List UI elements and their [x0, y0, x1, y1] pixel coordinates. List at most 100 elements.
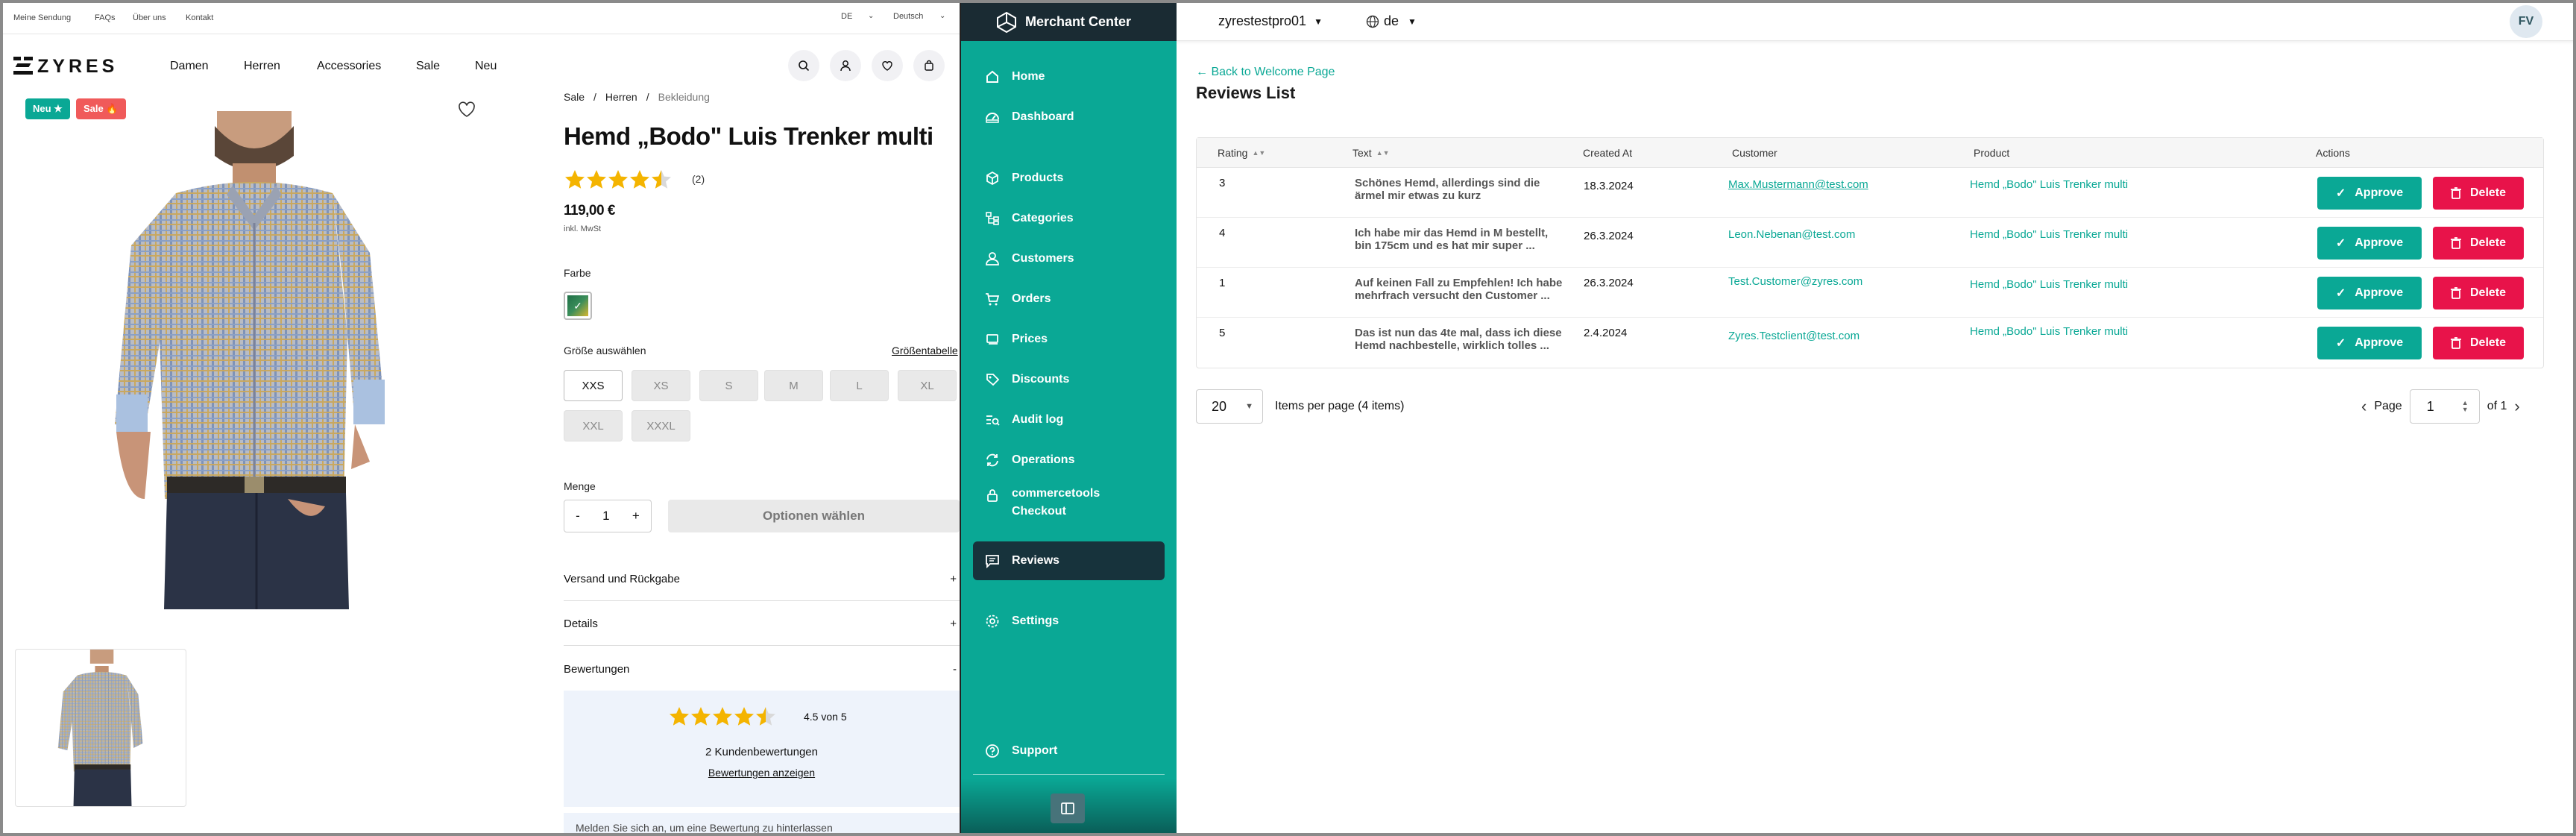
sidebar-item-checkout[interactable]: commercetools Checkout [973, 485, 1165, 528]
size-option-xxxl[interactable]: XXXL [632, 410, 690, 441]
page-number-input[interactable]: 1 ▲ ▼ [2409, 389, 2480, 424]
table-row[interactable]: 4 Ich habe mir das Hemd in M bestellt, bi… [1197, 218, 2543, 268]
breadcrumb-sale[interactable]: Sale [564, 91, 585, 103]
sidebar-item-categories[interactable]: Categories [973, 201, 1165, 236]
wishlist-button[interactable] [872, 50, 903, 81]
user-avatar[interactable]: FV [2510, 5, 2542, 38]
sidebar-item-reviews[interactable]: Reviews [973, 541, 1165, 580]
product-rating-stars[interactable] [564, 169, 676, 191]
previous-page-button[interactable]: ‹ [2361, 397, 2366, 416]
cart-button[interactable] [913, 50, 945, 81]
sidebar-item-operations[interactable]: Operations [973, 443, 1165, 477]
accordion-reviews[interactable]: Bewertungen - [564, 647, 960, 691]
nav-accessories[interactable]: Accessories [317, 60, 381, 73]
cell-customer-link[interactable]: Max.Mustermann@test.com [1728, 178, 1868, 191]
table-row[interactable]: 5 Das ist nun das 4te mal, dass ich dies… [1197, 318, 2543, 368]
size-chart-link[interactable]: Größentabelle [892, 345, 958, 356]
quantity-value[interactable]: 1 [602, 509, 609, 524]
topbar-link-about[interactable]: Über uns [133, 13, 166, 22]
sidebar-item-settings[interactable]: Settings [973, 604, 1165, 638]
country-select[interactable]: DE [841, 12, 852, 21]
sidebar-item-prices[interactable]: Prices [973, 322, 1165, 356]
accordion-shipping[interactable]: Versand und Rückgabe + [564, 558, 960, 601]
column-rating[interactable]: Rating ▲▼ [1218, 147, 1265, 159]
rating-count[interactable]: (2) [692, 173, 705, 185]
size-option-m[interactable]: M [764, 370, 823, 401]
column-text[interactable]: Text ▲▼ [1352, 147, 1390, 159]
table-row[interactable]: 1 Auf keinen Fall zu Empfehlen! Ich habe… [1197, 268, 2543, 318]
show-reviews-link[interactable]: Bewertungen anzeigen [564, 767, 960, 779]
size-option-l[interactable]: L [830, 370, 889, 401]
login-to-review-note[interactable]: Melden Sie sich an, um eine Bewertung zu… [564, 813, 960, 833]
sidebar-item-products[interactable]: Products [973, 161, 1165, 195]
shop-logo[interactable]: ZYRES [13, 54, 118, 79]
breadcrumb-herren[interactable]: Herren [605, 91, 637, 103]
cell-created-at: 18.3.2024 [1584, 180, 1634, 192]
delete-button[interactable]: Delete [2433, 327, 2524, 359]
cell-rating: 1 [1219, 277, 1226, 289]
delete-button[interactable]: Delete [2433, 277, 2524, 309]
approve-button[interactable]: ✓ Approve [2317, 327, 2422, 359]
topbar-link-tracking[interactable]: Meine Sendung [13, 13, 71, 22]
sidebar-item-customers[interactable]: Customers [973, 242, 1165, 276]
sidebar-item-audit-log[interactable]: Audit log [973, 403, 1165, 437]
quantity-increase-button[interactable]: + [632, 509, 640, 524]
cell-created-at: 2.4.2024 [1584, 327, 1628, 339]
cell-customer-link[interactable]: Leon.Nebenan@test.com [1728, 228, 1855, 241]
size-option-xxs[interactable]: XXS [564, 370, 623, 401]
cell-product-link[interactable]: Hemd „Bodo" Luis Trenker multi [1970, 178, 2128, 191]
cell-product-link[interactable]: Hemd „Bodo" Luis Trenker multi [1970, 228, 2128, 241]
audit-icon [986, 415, 1000, 426]
choose-options-button[interactable]: Optionen wählen [668, 500, 960, 532]
collapse-sidebar-button[interactable] [1051, 793, 1085, 823]
next-page-button[interactable]: › [2514, 397, 2519, 416]
back-to-welcome-link[interactable]: ← Back to Welcome Page [1196, 66, 1335, 79]
column-label: Text [1352, 147, 1372, 159]
approve-button[interactable]: ✓ Approve [2317, 177, 2422, 210]
cell-text: Ich habe mir das Hemd in M bestellt, bin … [1355, 227, 1578, 252]
cell-product-link[interactable]: Hemd „Bodo" Luis Trenker multi [1970, 278, 2128, 291]
text-line: ärmel mir etwas zu kurz [1355, 189, 1481, 202]
items-per-page-select[interactable]: 20 ▼ [1196, 389, 1263, 424]
nav-neu[interactable]: Neu [475, 60, 497, 73]
size-option-s[interactable]: S [699, 370, 758, 401]
product-wishlist-toggle[interactable] [458, 101, 476, 122]
search-button[interactable] [788, 50, 819, 81]
locale-switcher[interactable]: de ▼ [1366, 13, 1417, 29]
approve-label: Approve [2355, 336, 2404, 349]
size-option-xl[interactable]: XL [898, 370, 957, 401]
topbar-link-contact[interactable]: Kontakt [186, 13, 213, 22]
accordion-details[interactable]: Details + [564, 603, 960, 646]
app-header[interactable]: Merchant Center [961, 3, 1177, 41]
cell-customer-link[interactable]: Zyres.Testclient@test.com [1728, 330, 1859, 342]
sidebar-item-dashboard[interactable]: Dashboard [973, 100, 1165, 134]
cell-product-link[interactable]: Hemd „Bodo" Luis Trenker multi [1970, 325, 2128, 338]
sidebar-item-discounts[interactable]: Discounts [973, 362, 1165, 397]
delete-button[interactable]: Delete [2433, 227, 2524, 260]
sidebar-toggle-icon [1061, 802, 1074, 814]
app-title: Merchant Center [1025, 14, 1132, 29]
nav-sale[interactable]: Sale [416, 60, 440, 73]
project-switcher[interactable]: zyrestestpro01 ▼ [1218, 13, 1323, 29]
table-row[interactable]: 3 Schönes Hemd, allerdings sind die ärmel… [1197, 168, 2543, 218]
product-thumbnail[interactable] [15, 649, 186, 807]
table-header: Rating ▲▼ Text ▲▼ Created At Customer Prod… [1197, 138, 2543, 168]
nav-herren[interactable]: Herren [244, 60, 280, 73]
sidebar-item-home[interactable]: Home [973, 60, 1165, 94]
color-swatch-multi[interactable]: ✓ [564, 292, 592, 320]
cell-customer-link[interactable]: Test.Customer@zyres.com [1728, 275, 1862, 288]
product-main-image[interactable] [86, 111, 415, 609]
language-select[interactable]: Deutsch [893, 12, 923, 21]
size-option-xs[interactable]: XS [632, 370, 690, 401]
delete-button[interactable]: Delete [2433, 177, 2524, 210]
sidebar-item-orders[interactable]: Orders [973, 282, 1165, 316]
size-option-xxl[interactable]: XXL [564, 410, 623, 441]
nav-damen[interactable]: Damen [170, 60, 209, 73]
topbar-link-faqs[interactable]: FAQs [95, 13, 116, 22]
quantity-decrease-button[interactable]: - [576, 509, 580, 524]
sidebar-item-support[interactable]: Support [973, 734, 1165, 768]
account-button[interactable] [830, 50, 861, 81]
approve-button[interactable]: ✓ Approve [2317, 227, 2422, 260]
approve-button[interactable]: ✓ Approve [2317, 277, 2422, 309]
star-rating-icon [565, 170, 671, 189]
